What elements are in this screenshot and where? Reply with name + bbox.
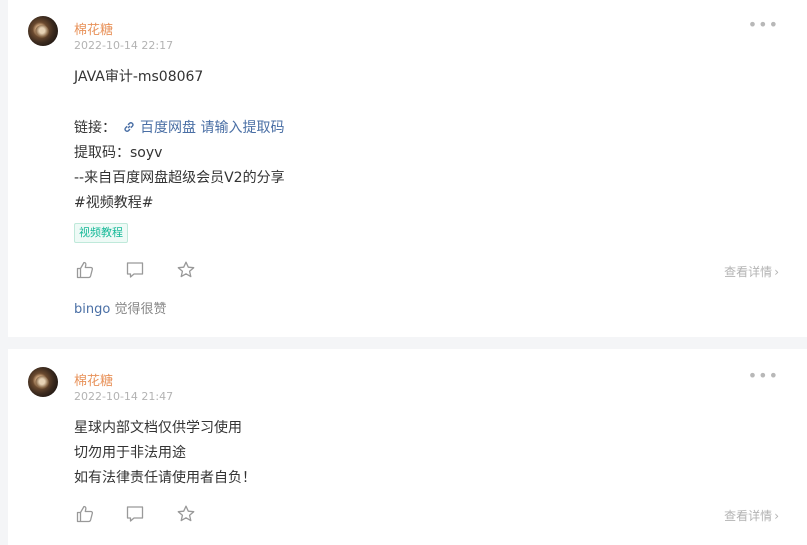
comment-icon[interactable] [125, 504, 145, 524]
liker-name[interactable]: bingo [74, 302, 110, 317]
thumbs-up-icon[interactable] [75, 260, 95, 280]
link-prefix: 链接： [74, 120, 116, 136]
view-detail-link[interactable]: 查看详情 › [724, 507, 779, 524]
post-time: 2022-10-14 21:47 [74, 390, 174, 403]
post-text-line: 星球内部文档仅供学习使用 [74, 420, 242, 436]
avatar[interactable] [28, 367, 58, 397]
star-icon[interactable] [176, 504, 196, 524]
share-link[interactable]: 百度网盘 请输入提取码 [140, 120, 284, 136]
post-time: 2022-10-14 22:17 [74, 39, 174, 52]
topic-tag[interactable]: 视频教程 [74, 223, 128, 243]
hashtag-line[interactable]: #视频教程# [74, 192, 153, 212]
author-name[interactable]: 棉花糖 [74, 370, 113, 389]
likers-line: bingo 觉得很赞 [74, 298, 166, 317]
code-line: 提取码：soyv [74, 145, 163, 161]
avatar[interactable] [28, 16, 58, 46]
more-dots-icon[interactable]: ••• [748, 17, 779, 33]
more-dots-icon[interactable]: ••• [748, 368, 779, 384]
star-icon[interactable] [176, 260, 196, 280]
view-detail-link[interactable]: 查看详情 › [724, 263, 779, 280]
chevron-right-icon: › [774, 509, 779, 523]
post-title: JAVA审计-ms08067 [74, 69, 204, 85]
author-name[interactable]: 棉花糖 [74, 19, 113, 38]
post-card: 棉花糖 2022-10-14 22:17 ••• JAVA审计-ms08067 … [8, 0, 807, 337]
post-text-line: 切勿用于非法用途 [74, 445, 186, 461]
chevron-right-icon: › [774, 265, 779, 279]
view-detail-label: 查看详情 [724, 265, 773, 279]
post-text-line: 如有法律责任请使用者自负！ [74, 470, 256, 486]
view-detail-label: 查看详情 [724, 509, 773, 523]
likers-suffix: 觉得很赞 [110, 302, 167, 317]
link-line: 链接： 百度网盘 请输入提取码 [74, 117, 284, 138]
post-card: 棉花糖 2022-10-14 21:47 ••• 星球内部文档仅供学习使用 切勿… [8, 349, 807, 545]
comment-icon[interactable] [125, 260, 145, 280]
thumbs-up-icon[interactable] [75, 504, 95, 524]
share-source-line: --来自百度网盘超级会员V2的分享 [74, 170, 285, 186]
link-icon [122, 120, 136, 138]
